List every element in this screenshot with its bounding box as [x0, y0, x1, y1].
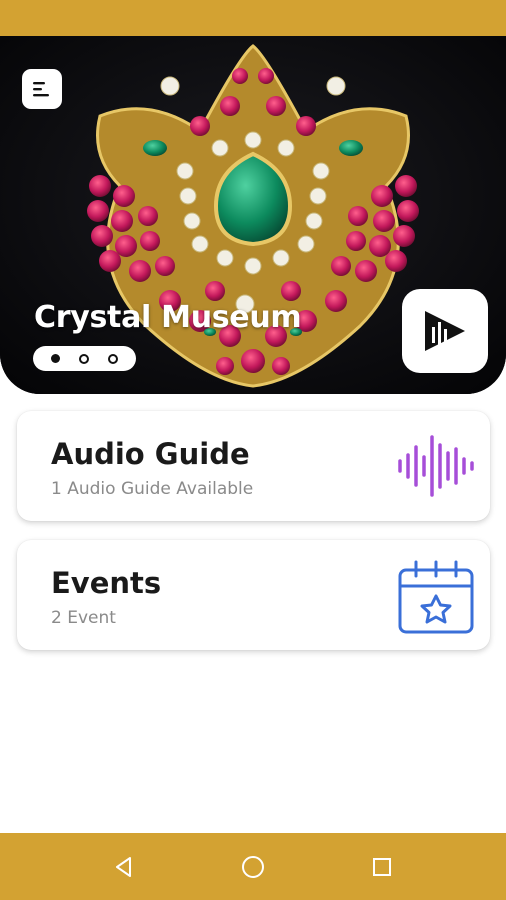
pager-dot-2[interactable] [78, 353, 89, 364]
nav-back-button[interactable] [104, 847, 144, 887]
menu-icon [33, 82, 49, 97]
nav-recents-button[interactable] [362, 847, 402, 887]
back-icon [116, 856, 132, 877]
nav-home-button[interactable] [233, 847, 273, 887]
hero-banner[interactable]: Crystal Museum [0, 36, 506, 394]
calendar-star-icon [398, 560, 474, 634]
card-subtitle: 1 Audio Guide Available [51, 479, 254, 499]
audio-guide-card[interactable]: Audio Guide 1 Audio Guide Available [17, 411, 490, 521]
play-audio-icon [425, 311, 465, 351]
menu-button[interactable] [22, 69, 62, 109]
card-subtitle: 2 Event [51, 608, 116, 628]
carousel-pager[interactable] [33, 346, 136, 371]
museum-title: Crystal Museum [34, 300, 302, 335]
pager-dot-1[interactable] [50, 354, 60, 363]
audio-wave-icon [398, 435, 474, 497]
status-bar [0, 0, 506, 36]
pager-dot-3[interactable] [108, 353, 119, 364]
card-title: Audio Guide [51, 437, 250, 471]
play-audio-button[interactable] [402, 289, 488, 373]
card-title: Events [51, 566, 162, 600]
recents-icon [372, 857, 391, 876]
home-icon [241, 855, 264, 878]
events-card[interactable]: Events 2 Event [17, 540, 490, 650]
system-nav-bar [0, 833, 506, 900]
